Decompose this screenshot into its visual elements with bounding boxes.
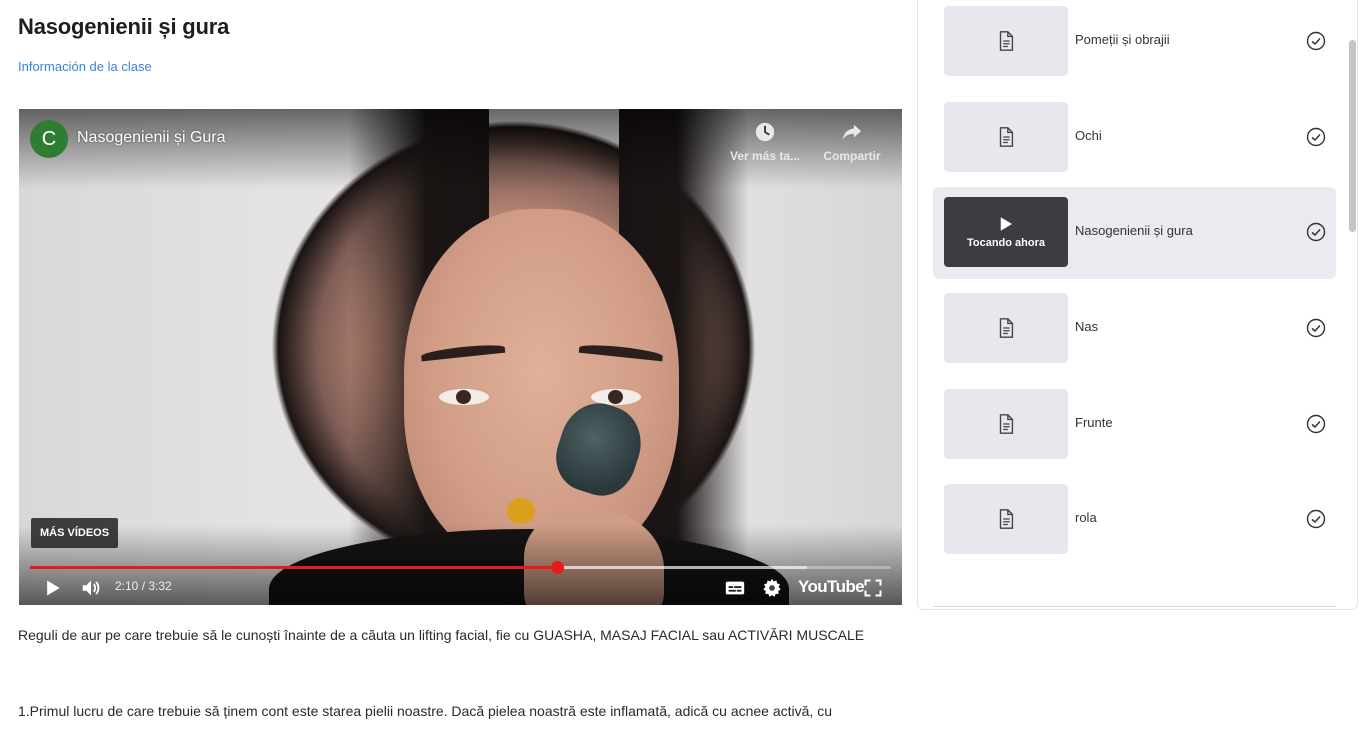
lesson-thumbnail[interactable]	[944, 102, 1068, 172]
completed-check-icon	[1306, 222, 1326, 242]
share-button[interactable]: Compartir	[812, 121, 892, 163]
fullscreen-button[interactable]	[861, 576, 885, 600]
clock-icon	[755, 122, 775, 142]
lesson-item[interactable]: Ochi	[933, 92, 1336, 184]
subtitles-icon	[725, 581, 745, 595]
video-frame-part	[507, 498, 535, 524]
fullscreen-icon	[864, 579, 882, 597]
share-label: Compartir	[823, 149, 881, 163]
lesson-title[interactable]: Frunte	[1075, 415, 1113, 430]
youtube-logo[interactable]: YouTube	[798, 577, 865, 597]
sidebar-scrollbar[interactable]	[1349, 40, 1356, 232]
play-button[interactable]	[41, 576, 65, 600]
lesson-thumbnail[interactable]	[944, 389, 1068, 459]
lesson-title[interactable]: Nas	[1075, 319, 1098, 334]
watch-later-button[interactable]: Ver más ta...	[725, 121, 805, 163]
lesson-list-sidebar: Pomeții și obrajii Ochi Tocando ahora Na…	[917, 0, 1358, 610]
document-icon	[999, 509, 1014, 529]
lesson-title[interactable]: rola	[1075, 510, 1097, 525]
video-title[interactable]: Nasogenienii și Gura	[77, 129, 226, 147]
share-icon	[842, 124, 862, 140]
play-icon	[1000, 217, 1012, 231]
lesson-thumbnail[interactable]: Tocando ahora	[944, 197, 1068, 267]
lesson-title: Nasogenienii și gura	[18, 14, 230, 39]
video-frame-part	[439, 389, 489, 405]
watch-later-label: Ver más ta...	[729, 149, 801, 163]
lesson-title[interactable]: Pomeții și obrajii	[1075, 32, 1170, 47]
more-videos-button[interactable]: MÁS VÍDEOS	[31, 518, 119, 548]
completed-check-icon	[1306, 318, 1326, 338]
document-icon	[999, 414, 1014, 434]
settings-icon	[763, 578, 781, 597]
lesson-item[interactable]: rola	[933, 474, 1336, 566]
progress-scrubber[interactable]	[550, 561, 564, 574]
lesson-item[interactable]: Nas	[933, 283, 1336, 375]
content-paragraph: Reguli de aur pe care trebuie să le cuno…	[18, 627, 865, 643]
lesson-title[interactable]: Nasogenienii și gura	[1075, 223, 1193, 238]
video-frame-part	[404, 209, 679, 569]
page: Nasogenienii și gura Información de la c…	[0, 0, 1372, 735]
completed-check-icon	[1306, 414, 1326, 434]
lesson-thumbnail[interactable]	[944, 484, 1068, 554]
completed-check-icon	[1306, 509, 1326, 529]
time-display: 2:10 / 3:32	[115, 579, 172, 593]
class-info-link[interactable]: Información de la clase	[18, 59, 152, 74]
lesson-thumbnail[interactable]	[944, 6, 1068, 76]
content-paragraph: 1.Primul lucru de care trebuie să ținem …	[18, 703, 832, 719]
document-icon	[999, 318, 1014, 338]
channel-avatar[interactable]: C	[30, 120, 68, 158]
volume-button[interactable]	[79, 576, 103, 600]
document-icon	[999, 127, 1014, 147]
lesson-item[interactable]: Pomeții și obrajii	[933, 0, 1336, 88]
volume-icon	[82, 580, 100, 596]
now-playing-label: Tocando ahora	[966, 237, 1046, 249]
settings-button[interactable]	[760, 576, 784, 600]
lesson-item-active[interactable]: Tocando ahora Nasogenienii și gura	[933, 187, 1336, 279]
document-icon	[999, 31, 1014, 51]
divider	[933, 606, 1336, 607]
video-player[interactable]: C Nasogenienii și Gura Ver más ta... Com…	[19, 109, 902, 605]
completed-check-icon	[1306, 31, 1326, 51]
progress-bar[interactable]	[30, 561, 891, 574]
lesson-title[interactable]: Ochi	[1075, 128, 1102, 143]
progress-played	[30, 566, 557, 569]
completed-check-icon	[1306, 127, 1326, 147]
lesson-thumbnail[interactable]	[944, 293, 1068, 363]
play-icon	[47, 580, 60, 596]
lesson-item[interactable]: Frunte	[933, 379, 1336, 471]
subtitles-button[interactable]	[723, 576, 747, 600]
